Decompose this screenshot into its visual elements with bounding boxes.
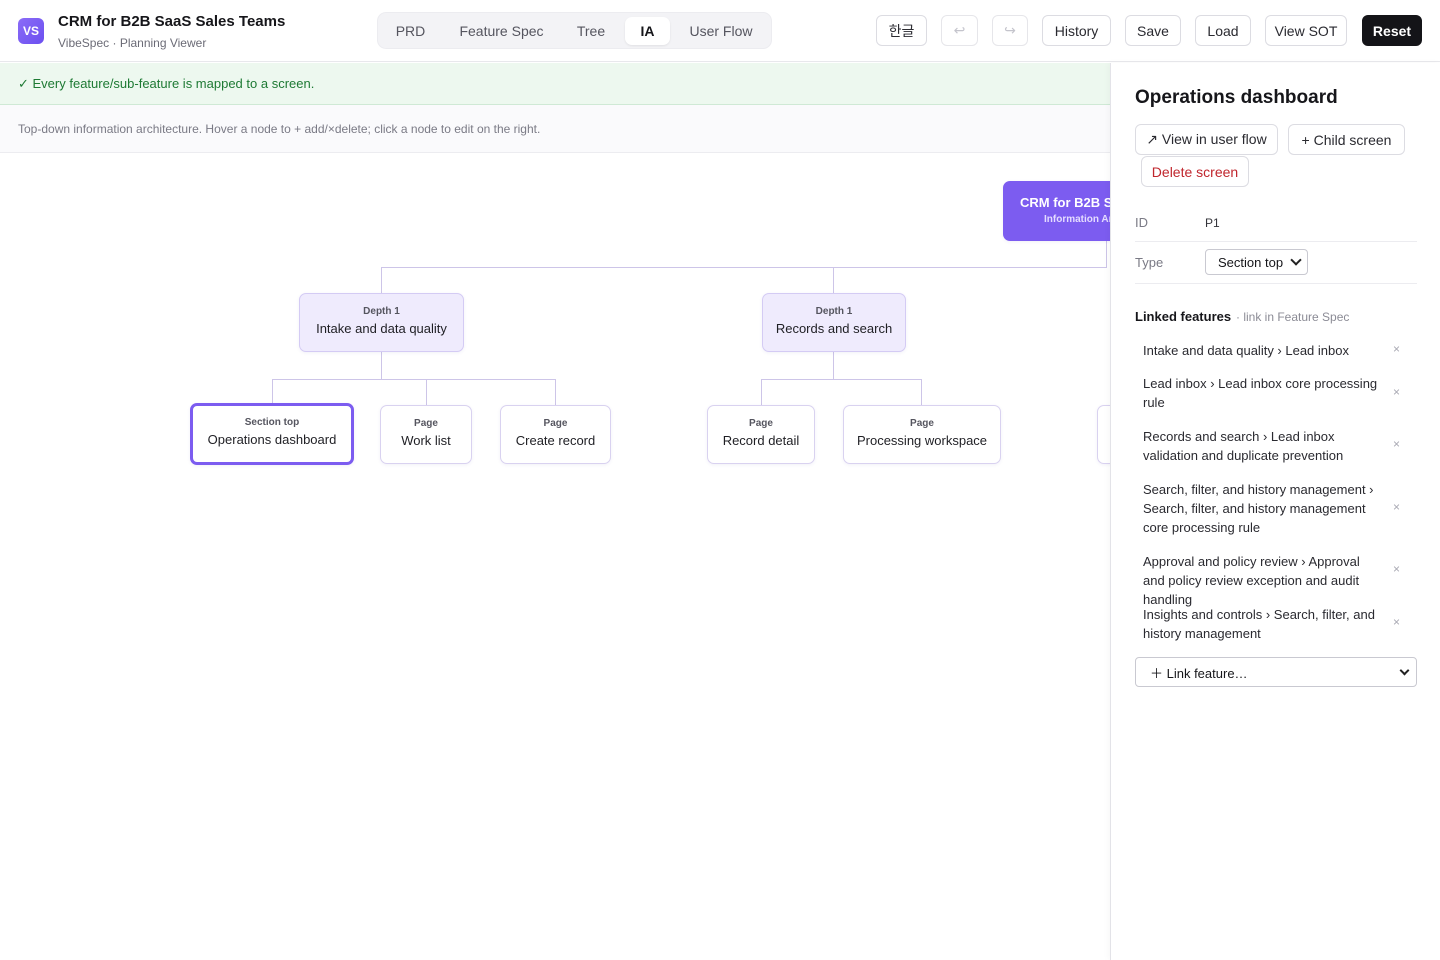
root-title: CRM for B2B SaaS Sales Teams [1020,195,1110,210]
id-label: ID [1135,215,1148,230]
type-label: Type [1135,255,1164,270]
panel-title: Operations dashboard [1135,87,1338,108]
linked-features-hint: · link in Feature Spec [1236,310,1350,324]
chevron-down-icon [1399,665,1410,676]
view-in-user-flow-button[interactable]: ↗ View in user flow [1135,124,1278,155]
ia-root-node[interactable]: CRM for B2B SaaS Sales Teams Information… [1003,181,1110,241]
linked-feature-item: Records and search › Lead inbox validati… [1143,429,1344,463]
node-name: Record detail [722,433,800,448]
node-name: Processing workspace [856,433,988,448]
remove-link-icon[interactable]: × [1393,500,1400,514]
connector-line [761,379,762,405]
tab-prd[interactable]: PRD [382,17,439,45]
connector-line [1106,241,1107,267]
node-name: Operations dashboard [207,432,337,447]
connector-line [833,267,834,293]
connector-line [426,379,427,405]
linked-feature-item: Lead inbox › Lead inbox core processing … [1143,376,1378,410]
divider [1135,241,1417,242]
delete-screen-button[interactable]: Delete screen [1141,156,1249,187]
linked-features-title: Linked features [1135,309,1232,324]
tab-ia[interactable]: IA [625,17,670,45]
add-child-screen-button[interactable]: + Child screen [1288,124,1405,155]
link-feature-select[interactable]: ＋ Link feature… [1135,657,1417,687]
ia-node-record-detail[interactable]: Page Record detail [707,405,815,464]
node-name: Records and search [775,321,893,336]
tab-tree[interactable]: Tree [564,17,618,45]
remove-link-icon[interactable]: × [1393,562,1400,576]
connector-line [381,267,1107,268]
history-button[interactable]: History [1042,15,1111,46]
node-name: Intake and data quality [316,321,447,336]
app-title: CRM for B2B SaaS Sales Teams [58,13,286,30]
remove-link-icon[interactable]: × [1393,437,1400,451]
redo-button[interactable]: ↪ [992,15,1028,46]
chevron-down-icon [1290,254,1302,266]
ia-node-offscreen[interactable] [1097,405,1110,464]
type-select[interactable]: Section top [1205,249,1308,275]
node-name: Work list [401,433,451,448]
type-select-value: Section top [1218,254,1284,270]
linked-feature-item: Intake and data quality › Lead inbox [1143,343,1349,358]
mapping-status-banner: ✓ Every feature/sub-feature is mapped to… [0,63,1110,105]
ia-node-operations-dashboard[interactable]: Section top Operations dashboard [190,403,354,465]
node-kind: Section top [244,417,300,428]
ia-node-intake[interactable]: Depth 1 Intake and data quality [299,293,464,352]
node-name: Create record [515,433,596,448]
node-kind: Depth 1 [363,306,400,317]
canvas-hint: Top-down information architecture. Hover… [0,105,1110,153]
connector-line [272,379,556,380]
language-button[interactable]: 한글 [876,15,927,46]
undo-button[interactable]: ↩ [941,15,978,46]
id-value: P1 [1205,216,1220,230]
canvas-bottom [0,930,1110,960]
connector-line [381,267,382,293]
node-kind: Page [414,418,438,429]
ia-canvas[interactable]: CRM for B2B SaaS Sales Teams Information… [0,153,1110,930]
remove-link-icon[interactable]: × [1393,385,1400,399]
connector-line [272,379,273,405]
tab-user-flow[interactable]: User Flow [676,17,766,45]
connector-line [555,379,556,405]
app-subtitle: VibeSpec · Planning Viewer [58,36,207,50]
link-feature-placeholder: ＋ Link feature… [1150,665,1248,681]
view-tabs: PRD Feature Spec Tree IA User Flow [377,12,772,49]
connector-line [833,352,834,379]
reset-button[interactable]: Reset [1362,15,1422,46]
linked-feature-item: Approval and policy review › Approval an… [1143,554,1360,607]
save-button[interactable]: Save [1125,15,1181,46]
view-sot-button[interactable]: View SOT [1265,15,1347,46]
ia-node-work-list[interactable]: Page Work list [380,405,472,464]
connector-line [381,352,382,379]
connector-line [761,379,922,380]
tab-feature-spec[interactable]: Feature Spec [444,17,559,45]
app-header: VS CRM for B2B SaaS Sales Teams VibeSpec… [0,0,1440,62]
root-subtitle: Information Architecture [1044,214,1110,225]
load-button[interactable]: Load [1195,15,1251,46]
app-logo: VS [18,18,44,44]
linked-feature-item: Insights and controls › Search, filter, … [1143,607,1375,641]
screen-detail-panel: Operations dashboard ↗ View in user flow… [1110,63,1440,960]
linked-feature-item: Search, filter, and history management ›… [1143,482,1374,535]
divider [1135,283,1417,284]
node-kind: Page [543,418,568,429]
remove-link-icon[interactable]: × [1393,615,1400,629]
remove-link-icon[interactable]: × [1393,342,1400,356]
node-kind: Depth 1 [815,306,853,317]
ia-node-processing-workspace[interactable]: Page Processing workspace [843,405,1001,464]
connector-line [921,379,922,405]
ia-node-records[interactable]: Depth 1 Records and search [762,293,906,352]
node-kind: Page [749,418,773,429]
node-kind: Page [910,418,934,429]
ia-node-create-record[interactable]: Page Create record [500,405,611,464]
